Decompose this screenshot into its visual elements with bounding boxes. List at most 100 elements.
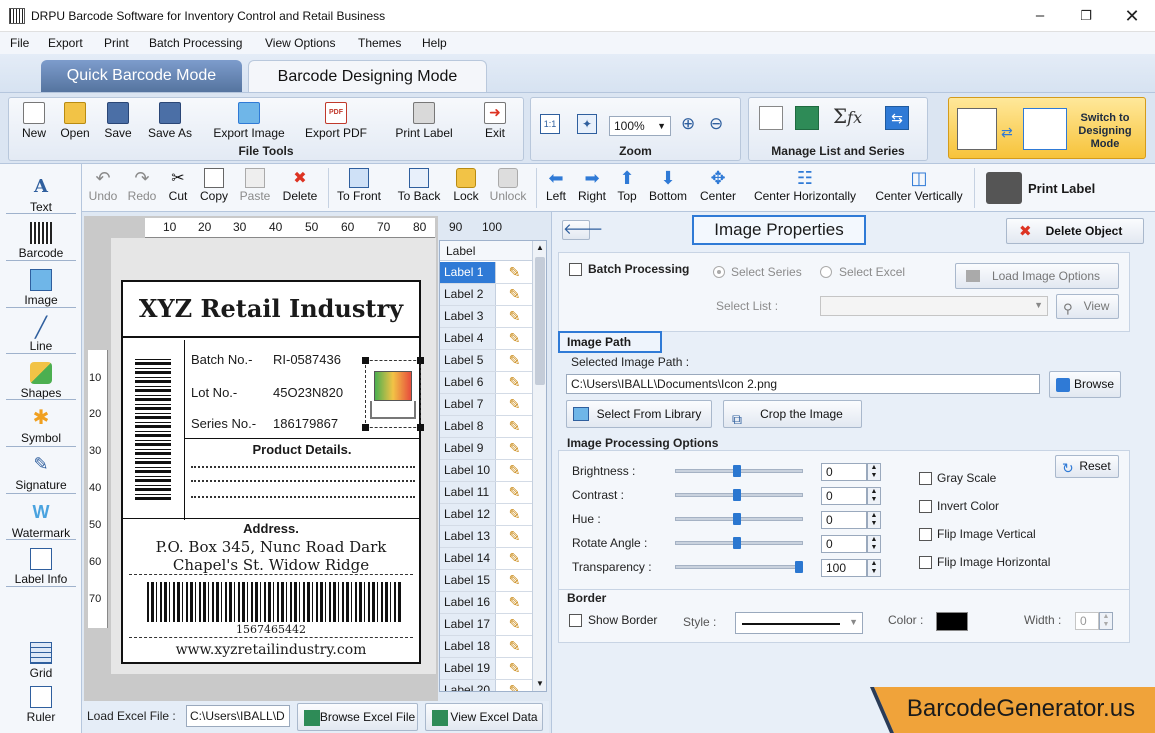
- zoom-in-icon[interactable]: ⊕: [681, 114, 695, 134]
- label-list-row[interactable]: Label 7 ✎: [440, 394, 532, 416]
- close-icon[interactable]: ✕: [1109, 0, 1155, 32]
- vertical-barcode[interactable]: [135, 358, 171, 500]
- tool-symbol[interactable]: ✱ Symbol: [4, 407, 78, 445]
- redo-button[interactable]: ↷ Redo: [126, 168, 158, 203]
- slider-value-stepper[interactable]: ▲ ▼: [867, 559, 881, 577]
- slider-value-stepper[interactable]: ▲ ▼: [867, 487, 881, 505]
- pencil-icon[interactable]: ✎: [497, 614, 532, 635]
- pencil-icon[interactable]: ✎: [497, 526, 532, 547]
- export-image-button[interactable]: Export Image: [207, 102, 291, 140]
- pencil-icon[interactable]: ✎: [497, 548, 532, 569]
- center-horizontally-button[interactable]: ☷ Center Horizontally: [748, 168, 862, 203]
- pencil-icon[interactable]: ✎: [497, 306, 532, 327]
- label-list-item-name[interactable]: Label 20: [440, 680, 496, 691]
- delete-object-button[interactable]: ✖ Delete Object: [1006, 218, 1144, 244]
- unlock-button[interactable]: Unlock: [488, 168, 528, 203]
- label-card[interactable]: XYZ Retail Industry Batch No.- RI-058743…: [121, 280, 424, 664]
- horizontal-barcode[interactable]: [147, 582, 401, 622]
- label-list-item-name[interactable]: Label 11: [440, 482, 496, 503]
- label-list-item-name[interactable]: Label 3: [440, 306, 496, 327]
- label-list-row[interactable]: Label 2 ✎: [440, 284, 532, 306]
- label-list-item-name[interactable]: Label 12: [440, 504, 496, 525]
- scroll-up-icon[interactable]: ▲: [533, 241, 546, 255]
- pencil-icon[interactable]: ✎: [497, 592, 532, 613]
- slider-thumb[interactable]: [795, 561, 803, 573]
- show-border-checkbox[interactable]: [569, 614, 582, 627]
- label-list-item-name[interactable]: Label 14: [440, 548, 496, 569]
- align-top-button[interactable]: ⬆ Top: [614, 168, 640, 203]
- slider-thumb[interactable]: [733, 489, 741, 501]
- label-company-name[interactable]: XYZ Retail Industry: [123, 282, 419, 338]
- select-series-radio[interactable]: [713, 266, 725, 278]
- align-center-button[interactable]: ✥ Center: [696, 168, 740, 203]
- menu-themes[interactable]: Themes: [358, 36, 401, 50]
- print-label-button[interactable]: Print Label: [389, 102, 459, 140]
- back-arrow-button[interactable]: 🡐: [562, 220, 603, 240]
- maximize-icon[interactable]: ❐: [1063, 0, 1109, 32]
- slider-track[interactable]: [675, 565, 803, 569]
- pencil-icon[interactable]: ✎: [497, 416, 532, 437]
- label-list-item-name[interactable]: Label 4: [440, 328, 496, 349]
- undo-button[interactable]: ↶ Undo: [86, 168, 120, 203]
- tool-text[interactable]: A Text: [4, 176, 78, 214]
- label-list-row[interactable]: Label 8 ✎: [440, 416, 532, 438]
- label-list-row[interactable]: Label 5 ✎: [440, 350, 532, 372]
- pencil-icon[interactable]: ✎: [497, 636, 532, 657]
- cut-button[interactable]: ✂ Cut: [164, 168, 192, 203]
- image-path-input[interactable]: C:\Users\IBALL\Documents\Icon 2.png: [566, 374, 1040, 394]
- slider-value-input[interactable]: 0: [821, 535, 867, 553]
- label-list-item-name[interactable]: Label 13: [440, 526, 496, 547]
- tool-watermark[interactable]: W Watermark: [4, 502, 78, 540]
- view-button[interactable]: ⚲ View: [1056, 294, 1119, 319]
- copy-button[interactable]: Copy: [198, 168, 230, 203]
- zoom-select[interactable]: 100% ▼: [609, 116, 671, 136]
- slider-value-stepper[interactable]: ▲ ▼: [867, 463, 881, 481]
- scroll-thumb[interactable]: [535, 257, 545, 385]
- open-button[interactable]: Open: [57, 102, 93, 140]
- label-list-row[interactable]: Label 17 ✎: [440, 614, 532, 636]
- menu-print[interactable]: Print: [104, 36, 129, 50]
- label-list-item-name[interactable]: Label 15: [440, 570, 496, 591]
- label-list-item-name[interactable]: Label 17: [440, 614, 496, 635]
- minimize-icon[interactable]: –: [1017, 0, 1063, 32]
- label-list-item-name[interactable]: Label 8: [440, 416, 496, 437]
- label-list-row[interactable]: Label 13 ✎: [440, 526, 532, 548]
- align-right-button[interactable]: ➡ Right: [576, 168, 608, 203]
- lock-button[interactable]: Lock: [450, 168, 482, 203]
- tool-ruler[interactable]: Ruler: [4, 686, 78, 724]
- label-list-row[interactable]: Label 16 ✎: [440, 592, 532, 614]
- label-list-item-name[interactable]: Label 1: [440, 262, 496, 283]
- center-vertically-button[interactable]: ◫ Center Vertically: [870, 168, 968, 203]
- label-list-item-name[interactable]: Label 19: [440, 658, 496, 679]
- pencil-icon[interactable]: ✎: [497, 394, 532, 415]
- slider-value-input[interactable]: 0: [821, 463, 867, 481]
- slider-value-input[interactable]: 0: [821, 511, 867, 529]
- border-color-swatch[interactable]: [936, 612, 968, 631]
- label-list-item-name[interactable]: Label 9: [440, 438, 496, 459]
- pencil-icon[interactable]: ✎: [497, 658, 532, 679]
- tab-quick-barcode-mode[interactable]: Quick Barcode Mode: [41, 60, 242, 92]
- select-excel-radio[interactable]: [820, 266, 832, 278]
- reset-button[interactable]: ↻ Reset: [1055, 455, 1119, 478]
- slider-value-stepper[interactable]: ▲ ▼: [867, 535, 881, 553]
- save-button[interactable]: Save: [101, 102, 135, 140]
- excel-path-input[interactable]: C:\Users\IBALL\D: [186, 705, 290, 727]
- zoom-out-icon[interactable]: ⊖: [709, 114, 723, 134]
- select-from-library-button[interactable]: Select From Library: [566, 400, 712, 428]
- sigma-fx-icon[interactable]: Σfx: [833, 104, 862, 128]
- print-label-big-button[interactable]: Print Label: [984, 170, 1134, 206]
- align-left-button[interactable]: ⬅ Left: [542, 168, 570, 203]
- slider-value-input[interactable]: 100: [821, 559, 867, 577]
- menu-view-options[interactable]: View Options: [265, 36, 335, 50]
- pencil-icon[interactable]: ✎: [497, 350, 532, 371]
- actual-size-icon[interactable]: 1:1: [540, 114, 560, 134]
- label-list-row[interactable]: Label 11 ✎: [440, 482, 532, 504]
- to-front-button[interactable]: To Front: [334, 168, 384, 203]
- delete-button[interactable]: ✖ Delete: [280, 168, 320, 203]
- menu-export[interactable]: Export: [48, 36, 83, 50]
- excel-icon[interactable]: [795, 106, 819, 130]
- label-list-row[interactable]: Label 6 ✎: [440, 372, 532, 394]
- label-list-scrollbar[interactable]: ▲ ▼: [532, 241, 546, 691]
- pencil-icon[interactable]: ✎: [497, 372, 532, 393]
- swap-series-icon[interactable]: ⇆: [885, 106, 909, 130]
